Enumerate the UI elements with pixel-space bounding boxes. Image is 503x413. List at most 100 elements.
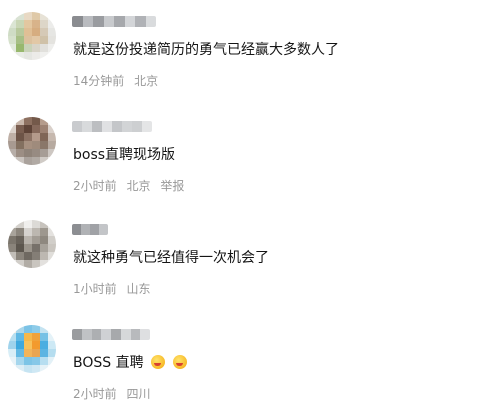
avatar-pixel — [32, 228, 40, 236]
avatar-pixel — [32, 28, 40, 36]
avatar-pixel — [40, 244, 48, 252]
avatar[interactable] — [8, 325, 56, 373]
avatar-pixel — [8, 20, 16, 28]
username-pixel — [142, 121, 152, 132]
username-pixel — [124, 16, 135, 27]
username-pixel — [81, 329, 92, 340]
avatar-pixel — [32, 357, 40, 365]
avatar-pixel — [32, 244, 40, 252]
avatar-pixel — [40, 365, 48, 373]
avatar-pixel — [32, 325, 40, 333]
avatar-pixel — [8, 12, 16, 20]
avatar-pixel — [40, 12, 48, 20]
avatar-pixel — [16, 244, 24, 252]
username-pixel — [140, 329, 150, 340]
username-pixel — [93, 16, 104, 27]
comment-time: 14分钟前 — [73, 74, 125, 88]
comment-meta: 14分钟前 北京 — [73, 73, 164, 89]
username-pixel — [132, 121, 142, 132]
avatar-pixel — [24, 28, 32, 36]
username-blurred[interactable] — [72, 329, 150, 340]
avatar-pixel — [8, 341, 16, 349]
avatar-pixel — [32, 252, 40, 260]
avatar-pixel — [16, 141, 24, 149]
avatar-pixel — [16, 12, 24, 20]
avatar-pixel — [32, 52, 40, 60]
comment-time: 1小时前 — [73, 282, 117, 296]
comment-item: BOSS 直聘 2小时前 四川 — [0, 313, 503, 413]
avatar-pixel — [32, 36, 40, 44]
username-pixel — [90, 224, 99, 235]
comment-item: boss直聘现场版 2小时前 北京 举报 — [0, 105, 503, 205]
username-blurred[interactable] — [72, 224, 108, 235]
avatar-pixel — [32, 333, 40, 341]
avatar-pixel — [48, 36, 56, 44]
report-link[interactable]: 举报 — [160, 179, 184, 193]
avatar-pixel — [16, 125, 24, 133]
comment-item: 就这种勇气已经值得一次机会了 1小时前 山东 — [0, 208, 503, 308]
avatar-pixel — [48, 149, 56, 157]
avatar-pixel — [8, 220, 16, 228]
avatar[interactable] — [8, 117, 56, 165]
avatar-pixel — [32, 236, 40, 244]
avatar-pixel — [48, 236, 56, 244]
avatar-pixel — [8, 365, 16, 373]
avatar-pixel — [8, 28, 16, 36]
avatar-pixel — [48, 341, 56, 349]
comment-text: boss直聘现场版 — [73, 147, 176, 163]
avatar-pixel — [32, 44, 40, 52]
avatar-pixel — [16, 333, 24, 341]
avatar-pixel — [48, 220, 56, 228]
avatar-pixel — [24, 252, 32, 260]
avatar[interactable] — [8, 12, 56, 60]
avatar-pixel — [8, 236, 16, 244]
avatar-pixel — [48, 333, 56, 341]
avatar-pixel — [16, 260, 24, 268]
avatar-pixel — [8, 117, 16, 125]
avatar-pixel — [32, 125, 40, 133]
comment-time: 2小时前 — [73, 179, 117, 193]
avatar-pixel — [16, 133, 24, 141]
avatar-pixel — [8, 252, 16, 260]
avatar-pixel — [16, 20, 24, 28]
avatar-pixel — [32, 341, 40, 349]
avatar-pixel — [32, 149, 40, 157]
avatar-pixel — [16, 252, 24, 260]
username-blurred[interactable] — [72, 121, 152, 132]
avatar-pixel — [24, 365, 32, 373]
avatar-pixel — [48, 157, 56, 165]
avatar-pixel — [24, 125, 32, 133]
comment-text: 就是这份投递简历的勇气已经赢大多数人了 — [73, 42, 339, 58]
avatar-pixel — [48, 125, 56, 133]
avatar-pixel — [16, 349, 24, 357]
avatar-pixel — [24, 325, 32, 333]
avatar-pixel — [8, 325, 16, 333]
username-blurred[interactable] — [72, 16, 156, 27]
avatar-pixel — [16, 228, 24, 236]
avatar-pixel — [40, 28, 48, 36]
username-pixel — [120, 329, 131, 340]
avatar-pixel — [8, 149, 16, 157]
avatar-pixel — [8, 244, 16, 252]
avatar-pixel — [48, 12, 56, 20]
avatar-pixel — [24, 357, 32, 365]
avatar-pixel — [8, 141, 16, 149]
avatar-pixel — [48, 252, 56, 260]
comment-meta: 1小时前 山东 — [73, 281, 156, 297]
avatar-pixel — [8, 157, 16, 165]
avatar-pixel — [16, 44, 24, 52]
username-pixel — [130, 329, 141, 340]
avatar-pixel — [24, 244, 32, 252]
avatar-pixel — [16, 236, 24, 244]
avatar-pixel — [24, 236, 32, 244]
username-pixel — [72, 329, 82, 340]
avatar-pixel — [24, 333, 32, 341]
avatar-pixel — [8, 44, 16, 52]
username-pixel — [111, 329, 121, 340]
avatar-pixel — [16, 157, 24, 165]
avatar-pixel — [40, 125, 48, 133]
avatar-pixel — [48, 28, 56, 36]
avatar[interactable] — [8, 220, 56, 268]
username-pixel — [114, 16, 125, 27]
avatar-pixel — [24, 44, 32, 52]
